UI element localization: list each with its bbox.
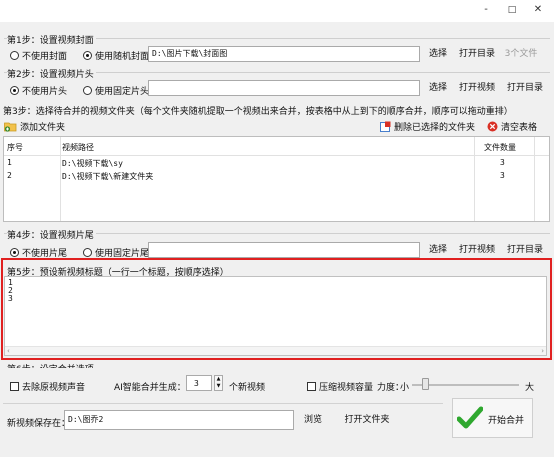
- step4-select-button[interactable]: 选择: [425, 242, 451, 258]
- clear-table-button[interactable]: 清空表格: [487, 120, 537, 133]
- strength-slider-thumb[interactable]: [422, 378, 429, 390]
- radio-icon: [83, 248, 92, 257]
- strength-small-label: 小: [400, 383, 410, 393]
- step4-outro-path-field[interactable]: [148, 242, 420, 258]
- table-header-divider: [4, 155, 549, 156]
- remove-audio-checkbox[interactable]: 去除原视频声音: [10, 380, 85, 393]
- radio-icon: [10, 51, 19, 60]
- remove-audio-label: 去除原视频声音: [22, 383, 86, 393]
- step1-select-button[interactable]: 选择: [425, 46, 451, 62]
- step1-open-dir-button[interactable]: 打开目录: [457, 46, 497, 62]
- row-count: 3: [500, 158, 505, 167]
- step2-open-dir-button[interactable]: 打开目录: [505, 80, 545, 96]
- spin-up-icon[interactable]: ▲: [215, 376, 222, 383]
- row-index: 2: [7, 171, 12, 180]
- row-path: D:\视频下载\sy: [62, 159, 123, 168]
- scroll-right-icon[interactable]: ›: [541, 347, 544, 355]
- table-row[interactable]: 2 D:\视频下载\新建文件夹 3: [4, 170, 549, 183]
- minimize-button[interactable]: -: [474, 2, 498, 18]
- step2-title: 第2步：设置视频片头: [7, 67, 96, 80]
- radio-selected-icon: [10, 86, 19, 95]
- save-path-field[interactable]: D:\图乔2: [64, 410, 294, 430]
- strength-large-label: 大: [525, 383, 535, 393]
- title-list-textarea[interactable]: 1 2 3: [4, 276, 547, 356]
- step4-open-video-button[interactable]: 打开视频: [457, 242, 497, 258]
- table-header-index[interactable]: 序号: [7, 142, 23, 153]
- scroll-left-icon[interactable]: ‹: [7, 347, 10, 355]
- remove-selected-label: 删除已选择的文件夹: [394, 123, 476, 133]
- ai-count-value: 3: [194, 379, 199, 388]
- radio-icon: [83, 86, 92, 95]
- save-path-label: 新视频保存在：: [7, 419, 71, 429]
- radio-selected-icon: [10, 248, 19, 257]
- maximize-button[interactable]: □: [500, 2, 524, 18]
- clear-icon: [487, 121, 498, 132]
- ai-generate-label: AI智能合并生成：: [114, 383, 186, 393]
- checkbox-icon: [307, 382, 316, 391]
- ai-count-spinbox[interactable]: 3: [186, 375, 212, 391]
- step1-title: 第1步：设置视频封面: [7, 33, 96, 46]
- remove-folder-icon: [380, 121, 391, 132]
- spin-down-icon[interactable]: ▼: [215, 383, 222, 390]
- textarea-scrollbar[interactable]: ‹ ›: [5, 346, 546, 355]
- checkbox-icon: [10, 382, 19, 391]
- step2-select-button[interactable]: 选择: [425, 80, 451, 96]
- spin-buttons[interactable]: ▲ ▼: [214, 375, 223, 391]
- row-index: 1: [7, 158, 12, 167]
- ai-unit-label: 个新视频: [229, 383, 266, 393]
- table-header-count[interactable]: 文件数量: [484, 142, 516, 153]
- step3-title: 第3步：选择待合并的视频文件夹（每个文件夹随机提取一个视频出来合并，按表格中从上…: [3, 107, 513, 117]
- add-folder-button[interactable]: 添加文件夹: [4, 120, 65, 133]
- step4-title: 第4步：设置视频片尾: [7, 228, 96, 241]
- step2-radio-fixed[interactable]: 使用固定片头: [83, 84, 149, 97]
- table-row[interactable]: 1 D:\视频下载\sy 3: [4, 157, 549, 170]
- step1-cover-path-field[interactable]: D:\图片下载\封面图: [148, 46, 420, 62]
- step2-radio-none-label: 不使用片头: [22, 87, 68, 97]
- step2-open-video-button[interactable]: 打开视频: [457, 80, 497, 96]
- add-folder-label: 添加文件夹: [20, 123, 66, 133]
- step4-open-dir-button[interactable]: 打开目录: [505, 242, 545, 258]
- folder-table[interactable]: 序号 视频路径 文件数量 1 D:\视频下载\sy 3 2 D:\视频下载\新建…: [3, 136, 550, 222]
- step2-radio-fixed-label: 使用固定片头: [95, 87, 150, 97]
- checkmark-icon: [457, 406, 483, 429]
- row-count: 3: [500, 171, 505, 180]
- step1-radio-random-label: 使用随机封面: [95, 52, 150, 62]
- step1-file-count: 3个文件: [504, 49, 538, 59]
- start-merge-button[interactable]: 开始合并: [452, 398, 533, 438]
- title-bar: [0, 0, 554, 22]
- remove-selected-button[interactable]: 删除已选择的文件夹: [380, 120, 475, 133]
- step1-radio-none[interactable]: 不使用封面: [10, 49, 67, 62]
- table-header-path[interactable]: 视频路径: [62, 142, 94, 153]
- step1-radio-none-label: 不使用封面: [22, 52, 68, 62]
- step6-title: 第6步：设定合并选项: [7, 362, 94, 368]
- clear-table-label: 清空表格: [501, 123, 538, 133]
- step1-radio-random[interactable]: 使用随机封面: [83, 49, 149, 62]
- compress-label: 压缩视频容量: [319, 383, 374, 393]
- radio-selected-icon: [83, 51, 92, 60]
- open-folder-button[interactable]: 打开文件夹: [343, 412, 391, 428]
- close-button[interactable]: ✕: [526, 2, 550, 18]
- row-path: D:\视频下载\新建文件夹: [62, 172, 154, 181]
- step2-radio-none[interactable]: 不使用片头: [10, 84, 67, 97]
- compress-checkbox[interactable]: 压缩视频容量: [307, 380, 373, 393]
- browse-button[interactable]: 浏览: [301, 412, 325, 428]
- folder-add-icon: [4, 122, 17, 132]
- step2-intro-path-field[interactable]: [148, 80, 420, 96]
- start-merge-label: 开始合并: [488, 416, 525, 426]
